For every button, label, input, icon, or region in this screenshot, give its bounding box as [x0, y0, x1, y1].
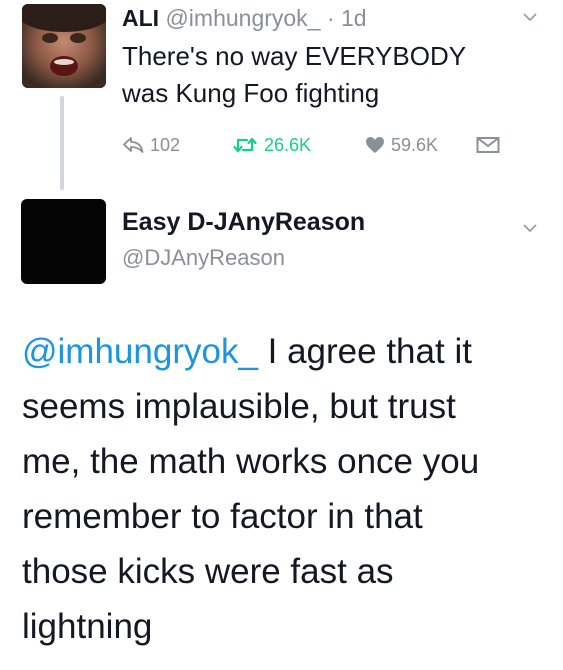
avatar[interactable] — [21, 199, 106, 284]
retweet-count: 26.6K — [264, 134, 312, 155]
chevron-down-icon[interactable] — [523, 221, 537, 235]
reply-icon — [122, 136, 150, 154]
tweet-actions: 102 26.6K 59.6K — [122, 130, 542, 160]
tweet-timestamp[interactable]: 1d — [341, 5, 367, 31]
retweet-button[interactable]: 26.6K — [232, 130, 311, 160]
author-handle[interactable]: @DJAnyReason — [122, 244, 285, 272]
author-handle[interactable]: @imhungryok_ — [165, 5, 320, 31]
tweet-text-line: those kicks were fast as — [22, 552, 394, 591]
retweet-icon — [232, 136, 264, 154]
direct-message-icon — [476, 136, 506, 154]
reply-button[interactable]: 102 — [122, 130, 180, 160]
mention-link[interactable]: @imhungryok_ — [22, 332, 258, 371]
tweet-text-line: remember to factor in that — [22, 497, 423, 536]
tweet-text: There's no way EVERYBODY was Kung Foo fi… — [122, 38, 542, 112]
tweet-text-line: There's no way EVERYBODY — [122, 41, 467, 71]
chevron-down-icon[interactable] — [523, 10, 537, 24]
thread-connector — [60, 96, 64, 190]
avatar[interactable] — [22, 4, 106, 88]
author-name[interactable]: ALI — [122, 5, 159, 31]
author-name[interactable]: Easy D-JAnyReason — [122, 207, 365, 237]
separator-dot: · — [326, 5, 335, 31]
like-button[interactable]: 59.6K — [365, 130, 438, 160]
tweet-text-line: was Kung Foo fighting — [122, 78, 380, 108]
reply-count: 102 — [150, 134, 181, 155]
tweet-text-segment: I agree that it — [257, 332, 472, 371]
tweet-header: ALI @imhungryok_ · 1d — [122, 4, 367, 32]
tweet-text-line: lightning — [22, 607, 153, 646]
heart-icon — [365, 136, 391, 154]
tweet-text-line: seems implausible, but trust — [22, 387, 456, 426]
tweet-text-line: @imhungryok_ I agree that it — [22, 324, 552, 379]
like-count: 59.6K — [391, 134, 439, 155]
tweet-text: @imhungryok_ I agree that it seems impla… — [22, 324, 552, 654]
avatar-photo — [22, 4, 106, 88]
direct-message-button[interactable] — [476, 130, 506, 160]
tweet-text-line: me, the math works once you — [22, 442, 480, 481]
